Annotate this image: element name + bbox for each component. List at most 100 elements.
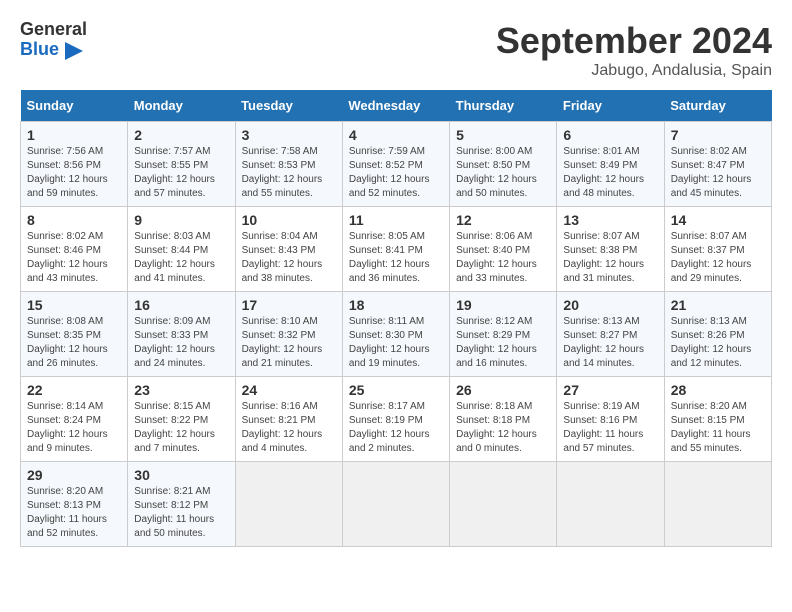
day-info: Sunrise: 8:13 AM Sunset: 8:26 PM Dayligh… [671, 315, 765, 371]
calendar-day-cell: 25 Sunrise: 8:17 AM Sunset: 8:19 PM Dayl… [342, 377, 449, 462]
day-info: Sunrise: 8:00 AM Sunset: 8:50 PM Dayligh… [456, 145, 550, 201]
day-info: Sunrise: 8:14 AM Sunset: 8:24 PM Dayligh… [27, 400, 121, 456]
day-info: Sunrise: 8:19 AM Sunset: 8:16 PM Dayligh… [563, 400, 657, 456]
day-number: 26 [456, 382, 550, 398]
calendar-week-row: 15 Sunrise: 8:08 AM Sunset: 8:35 PM Dayl… [21, 292, 772, 377]
month-title: September 2024 [496, 20, 772, 62]
calendar-day-cell: 29 Sunrise: 8:20 AM Sunset: 8:13 PM Dayl… [21, 462, 128, 547]
day-info: Sunrise: 8:02 AM Sunset: 8:47 PM Dayligh… [671, 145, 765, 201]
day-info: Sunrise: 8:16 AM Sunset: 8:21 PM Dayligh… [242, 400, 336, 456]
calendar-day-cell: 22 Sunrise: 8:14 AM Sunset: 8:24 PM Dayl… [21, 377, 128, 462]
calendar-week-row: 8 Sunrise: 8:02 AM Sunset: 8:46 PM Dayli… [21, 207, 772, 292]
day-number: 12 [456, 212, 550, 228]
day-info: Sunrise: 7:56 AM Sunset: 8:56 PM Dayligh… [27, 145, 121, 201]
calendar-day-cell: 3 Sunrise: 7:58 AM Sunset: 8:53 PM Dayli… [235, 122, 342, 207]
calendar-day-cell: 10 Sunrise: 8:04 AM Sunset: 8:43 PM Dayl… [235, 207, 342, 292]
header-friday: Friday [557, 90, 664, 122]
day-number: 1 [27, 127, 121, 143]
day-number: 28 [671, 382, 765, 398]
header-thursday: Thursday [450, 90, 557, 122]
day-number: 25 [349, 382, 443, 398]
calendar-week-row: 29 Sunrise: 8:20 AM Sunset: 8:13 PM Dayl… [21, 462, 772, 547]
calendar-day-cell: 4 Sunrise: 7:59 AM Sunset: 8:52 PM Dayli… [342, 122, 449, 207]
day-number: 18 [349, 297, 443, 313]
day-number: 30 [134, 467, 228, 483]
day-info: Sunrise: 8:02 AM Sunset: 8:46 PM Dayligh… [27, 230, 121, 286]
day-info: Sunrise: 8:07 AM Sunset: 8:37 PM Dayligh… [671, 230, 765, 286]
calendar-day-cell: 5 Sunrise: 8:00 AM Sunset: 8:50 PM Dayli… [450, 122, 557, 207]
calendar-day-cell [450, 462, 557, 547]
day-number: 19 [456, 297, 550, 313]
day-info: Sunrise: 7:59 AM Sunset: 8:52 PM Dayligh… [349, 145, 443, 201]
calendar-day-cell [342, 462, 449, 547]
calendar-day-cell: 23 Sunrise: 8:15 AM Sunset: 8:22 PM Dayl… [128, 377, 235, 462]
calendar-day-cell: 24 Sunrise: 8:16 AM Sunset: 8:21 PM Dayl… [235, 377, 342, 462]
day-info: Sunrise: 8:06 AM Sunset: 8:40 PM Dayligh… [456, 230, 550, 286]
calendar-day-cell: 16 Sunrise: 8:09 AM Sunset: 8:33 PM Dayl… [128, 292, 235, 377]
day-info: Sunrise: 7:57 AM Sunset: 8:55 PM Dayligh… [134, 145, 228, 201]
day-info: Sunrise: 8:12 AM Sunset: 8:29 PM Dayligh… [456, 315, 550, 371]
day-number: 4 [349, 127, 443, 143]
day-info: Sunrise: 8:13 AM Sunset: 8:27 PM Dayligh… [563, 315, 657, 371]
day-info: Sunrise: 8:03 AM Sunset: 8:44 PM Dayligh… [134, 230, 228, 286]
day-number: 7 [671, 127, 765, 143]
header-sunday: Sunday [21, 90, 128, 122]
day-info: Sunrise: 8:20 AM Sunset: 8:15 PM Dayligh… [671, 400, 765, 456]
day-number: 8 [27, 212, 121, 228]
calendar-day-cell: 8 Sunrise: 8:02 AM Sunset: 8:46 PM Dayli… [21, 207, 128, 292]
calendar-day-cell: 6 Sunrise: 8:01 AM Sunset: 8:49 PM Dayli… [557, 122, 664, 207]
day-info: Sunrise: 8:21 AM Sunset: 8:12 PM Dayligh… [134, 485, 228, 541]
location-title: Jabugo, Andalusia, Spain [496, 62, 772, 80]
day-number: 10 [242, 212, 336, 228]
calendar-day-cell: 13 Sunrise: 8:07 AM Sunset: 8:38 PM Dayl… [557, 207, 664, 292]
day-number: 11 [349, 212, 443, 228]
calendar-day-cell: 15 Sunrise: 8:08 AM Sunset: 8:35 PM Dayl… [21, 292, 128, 377]
day-number: 17 [242, 297, 336, 313]
calendar-day-cell: 18 Sunrise: 8:11 AM Sunset: 8:30 PM Dayl… [342, 292, 449, 377]
day-info: Sunrise: 8:04 AM Sunset: 8:43 PM Dayligh… [242, 230, 336, 286]
calendar-week-row: 1 Sunrise: 7:56 AM Sunset: 8:56 PM Dayli… [21, 122, 772, 207]
day-number: 6 [563, 127, 657, 143]
calendar-day-cell: 27 Sunrise: 8:19 AM Sunset: 8:16 PM Dayl… [557, 377, 664, 462]
day-info: Sunrise: 7:58 AM Sunset: 8:53 PM Dayligh… [242, 145, 336, 201]
calendar-day-cell: 21 Sunrise: 8:13 AM Sunset: 8:26 PM Dayl… [664, 292, 771, 377]
calendar-day-cell: 2 Sunrise: 7:57 AM Sunset: 8:55 PM Dayli… [128, 122, 235, 207]
day-number: 22 [27, 382, 121, 398]
day-number: 14 [671, 212, 765, 228]
calendar-day-cell: 11 Sunrise: 8:05 AM Sunset: 8:41 PM Dayl… [342, 207, 449, 292]
calendar-day-cell: 14 Sunrise: 8:07 AM Sunset: 8:37 PM Dayl… [664, 207, 771, 292]
weekday-header-row: Sunday Monday Tuesday Wednesday Thursday… [21, 90, 772, 122]
day-number: 20 [563, 297, 657, 313]
day-info: Sunrise: 8:08 AM Sunset: 8:35 PM Dayligh… [27, 315, 121, 371]
day-info: Sunrise: 8:01 AM Sunset: 8:49 PM Dayligh… [563, 145, 657, 201]
day-info: Sunrise: 8:09 AM Sunset: 8:33 PM Dayligh… [134, 315, 228, 371]
day-info: Sunrise: 8:07 AM Sunset: 8:38 PM Dayligh… [563, 230, 657, 286]
day-number: 2 [134, 127, 228, 143]
day-number: 23 [134, 382, 228, 398]
calendar-day-cell [235, 462, 342, 547]
day-info: Sunrise: 8:20 AM Sunset: 8:13 PM Dayligh… [27, 485, 121, 541]
calendar-week-row: 22 Sunrise: 8:14 AM Sunset: 8:24 PM Dayl… [21, 377, 772, 462]
calendar-day-cell: 19 Sunrise: 8:12 AM Sunset: 8:29 PM Dayl… [450, 292, 557, 377]
calendar-day-cell: 7 Sunrise: 8:02 AM Sunset: 8:47 PM Dayli… [664, 122, 771, 207]
day-number: 15 [27, 297, 121, 313]
header-saturday: Saturday [664, 90, 771, 122]
header-wednesday: Wednesday [342, 90, 449, 122]
title-area: September 2024 Jabugo, Andalusia, Spain [496, 20, 772, 80]
calendar-day-cell: 1 Sunrise: 7:56 AM Sunset: 8:56 PM Dayli… [21, 122, 128, 207]
calendar-day-cell: 28 Sunrise: 8:20 AM Sunset: 8:15 PM Dayl… [664, 377, 771, 462]
day-number: 13 [563, 212, 657, 228]
header-tuesday: Tuesday [235, 90, 342, 122]
day-number: 9 [134, 212, 228, 228]
day-info: Sunrise: 8:17 AM Sunset: 8:19 PM Dayligh… [349, 400, 443, 456]
day-info: Sunrise: 8:10 AM Sunset: 8:32 PM Dayligh… [242, 315, 336, 371]
day-info: Sunrise: 8:18 AM Sunset: 8:18 PM Dayligh… [456, 400, 550, 456]
calendar-day-cell: 20 Sunrise: 8:13 AM Sunset: 8:27 PM Dayl… [557, 292, 664, 377]
logo-arrow-icon [65, 42, 83, 60]
day-info: Sunrise: 8:05 AM Sunset: 8:41 PM Dayligh… [349, 230, 443, 286]
day-number: 29 [27, 467, 121, 483]
calendar-day-cell: 30 Sunrise: 8:21 AM Sunset: 8:12 PM Dayl… [128, 462, 235, 547]
day-number: 3 [242, 127, 336, 143]
header-monday: Monday [128, 90, 235, 122]
day-number: 21 [671, 297, 765, 313]
